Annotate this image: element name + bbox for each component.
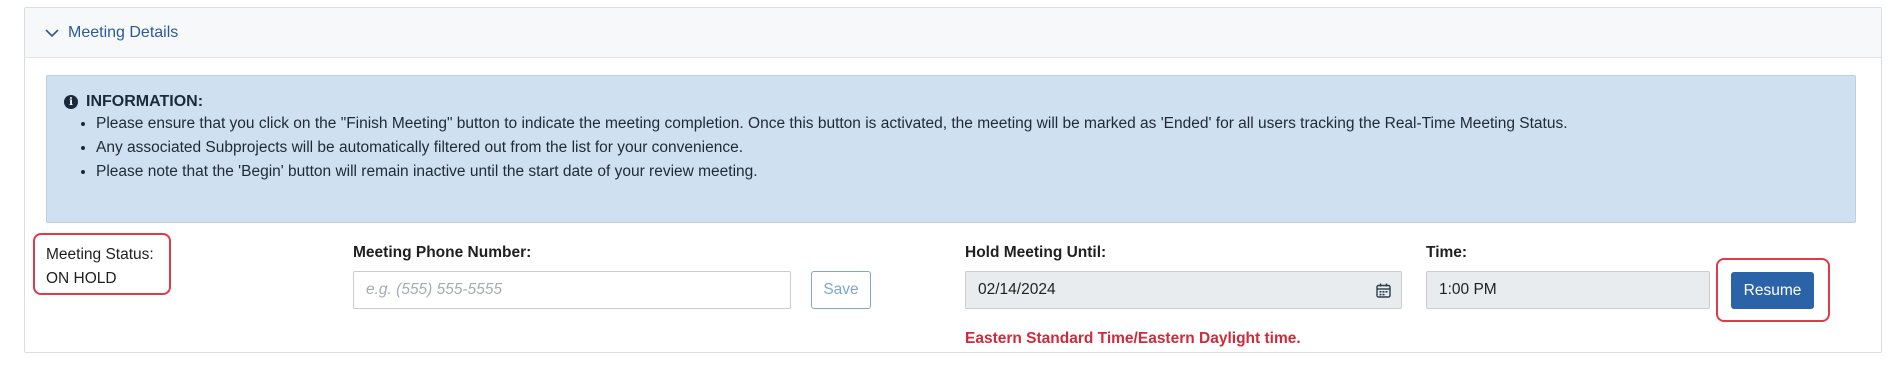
phone-placeholder: e.g. (555) 555-5555: [366, 281, 503, 298]
time-input[interactable]: 1:00 PM: [1426, 271, 1710, 309]
information-box: i INFORMATION: Please ensure that you cl…: [46, 75, 1856, 223]
list-item: Please ensure that you click on the "Fin…: [96, 112, 1568, 136]
chevron-down-icon: [45, 28, 59, 37]
hold-until-date-input[interactable]: 02/14/2024: [965, 271, 1402, 309]
meeting-status-value: ON HOLD: [46, 270, 117, 287]
time-value: 1:00 PM: [1439, 281, 1497, 298]
hold-until-label: Hold Meeting Until:: [965, 244, 1107, 261]
resume-button[interactable]: Resume: [1731, 272, 1814, 309]
list-item: Please note that the 'Begin' button will…: [96, 160, 1568, 184]
information-list: Please ensure that you click on the "Fin…: [74, 112, 1568, 184]
calendar-icon[interactable]: [1376, 283, 1391, 298]
hold-until-date-value: 02/14/2024: [978, 281, 1056, 298]
meeting-status-label: Meeting Status:: [46, 246, 154, 263]
list-item: Any associated Subprojects will be autom…: [96, 136, 1568, 160]
panel-title: Meeting Details: [68, 23, 179, 41]
save-button[interactable]: Save: [811, 271, 871, 309]
phone-label: Meeting Phone Number:: [353, 244, 532, 261]
meeting-details-toggle[interactable]: Meeting Details: [25, 8, 1881, 58]
phone-input[interactable]: e.g. (555) 555-5555: [353, 271, 791, 309]
meeting-status: Meeting Status: ON HOLD: [33, 233, 171, 295]
information-heading: i INFORMATION:: [64, 93, 203, 111]
info-icon: i: [64, 95, 78, 109]
timezone-note: Eastern Standard Time/Eastern Daylight t…: [965, 330, 1301, 347]
time-label: Time:: [1426, 244, 1468, 261]
